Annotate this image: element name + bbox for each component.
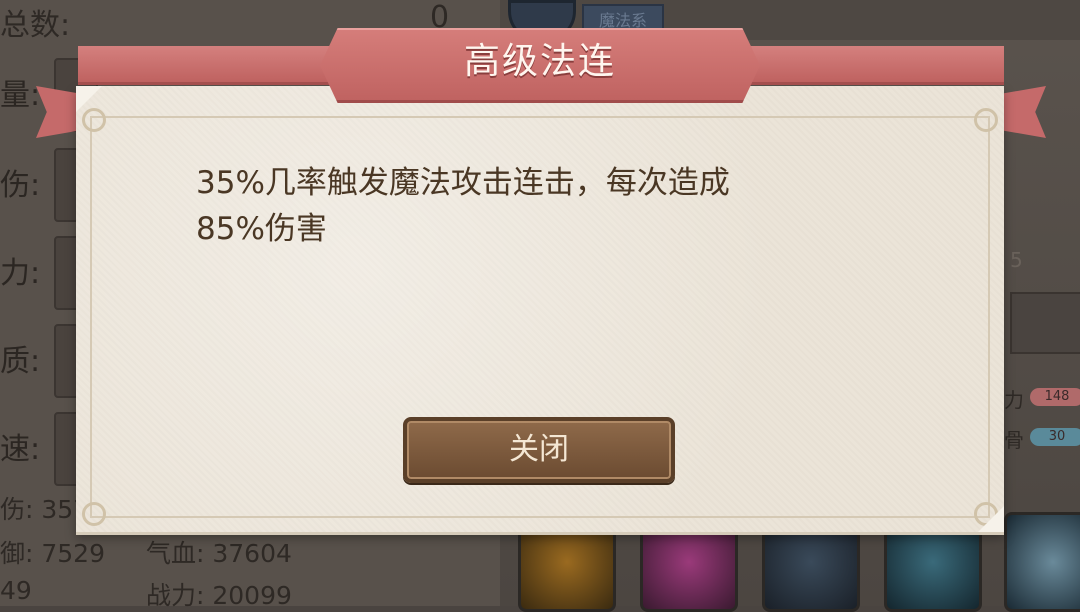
skill-icon[interactable] xyxy=(1004,512,1080,612)
right-label: 骨 xyxy=(1004,428,1024,452)
power-value: 战力: 20099 xyxy=(146,581,292,610)
description-line: 35%几率触发魔法攻击连击，每次造成 xyxy=(196,165,730,201)
row-label: 速: xyxy=(0,432,41,467)
close-button[interactable]: 关闭 xyxy=(403,417,675,483)
right-label: 力 xyxy=(1004,388,1024,412)
description-line: 85%伤害 xyxy=(196,211,327,247)
row-label: 量: xyxy=(0,78,41,113)
frame-ornament-icon xyxy=(82,108,106,132)
hp-value: 气血: 37604 xyxy=(146,539,292,568)
right-pill: 30 xyxy=(1030,428,1080,446)
dialog-title: 高级法连 xyxy=(463,41,616,82)
stat-value: 49 xyxy=(0,576,32,605)
right-value: 5 xyxy=(1010,248,1023,272)
right-pill: 148 xyxy=(1030,388,1080,406)
row-label: 力: xyxy=(0,256,41,291)
row-label: 质: xyxy=(0,344,41,379)
row-label: 伤: xyxy=(0,168,41,203)
frame-ornament-icon xyxy=(82,502,106,526)
total-label: 总数: xyxy=(0,8,71,43)
skill-description: 35%几率触发魔法攻击连击，每次造成 85%伤害 xyxy=(196,160,836,252)
stat-value: 御: 7529 xyxy=(0,539,105,568)
equipment-slot[interactable] xyxy=(1010,292,1080,354)
frame-ornament-icon xyxy=(974,108,998,132)
